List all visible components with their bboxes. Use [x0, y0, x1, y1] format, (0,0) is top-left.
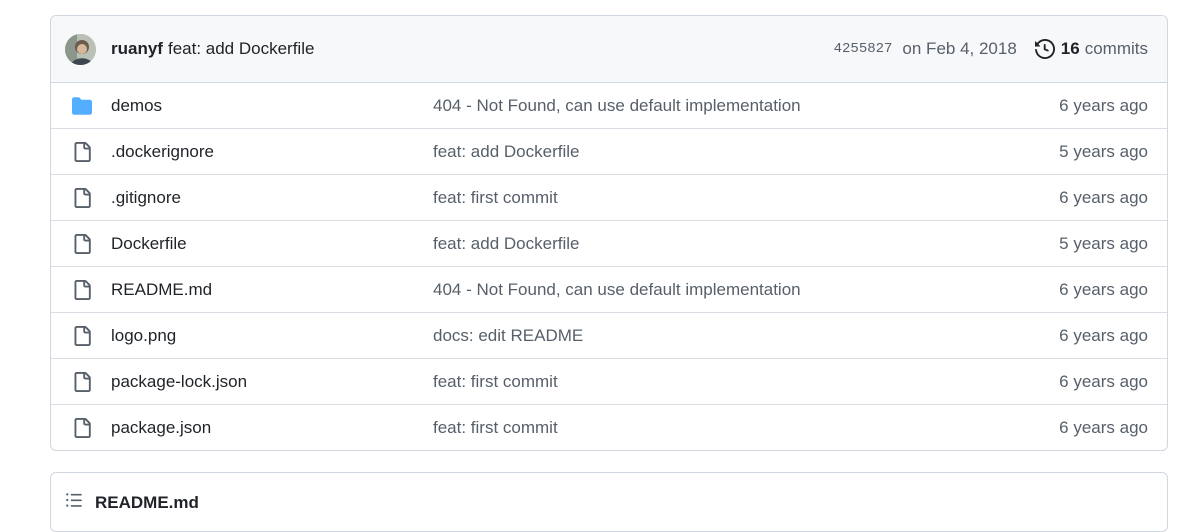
file-row-logo[interactable]: logo.png docs: edit README 6 years ago: [51, 312, 1167, 358]
file-age: 6 years ago: [1059, 325, 1148, 345]
file-commit-message-link[interactable]: 404 - Not Found, can use default impleme…: [433, 280, 1059, 300]
commit-count-label: commits: [1084, 39, 1148, 58]
readme-panel: README.md: [50, 472, 1168, 532]
file-name-link[interactable]: logo.png: [111, 326, 433, 346]
folder-icon: [51, 96, 111, 116]
file-name-link[interactable]: Dockerfile: [111, 234, 433, 254]
file-icon: [51, 417, 111, 438]
file-commit-message-link[interactable]: feat: first commit: [433, 418, 1059, 438]
commit-date: on Feb 4, 2018: [902, 39, 1017, 58]
readme-title: README.md: [95, 492, 199, 512]
file-row-package[interactable]: package.json feat: first commit 6 years …: [51, 404, 1167, 450]
file-icon: [51, 371, 111, 392]
readme-header: README.md: [65, 491, 199, 514]
file-commit-message-link[interactable]: feat: add Dockerfile: [433, 142, 1059, 162]
file-icon: [51, 233, 111, 254]
file-row-dockerignore[interactable]: .dockerignore feat: add Dockerfile 5 yea…: [51, 128, 1167, 174]
file-row-readme[interactable]: README.md 404 - Not Found, can use defau…: [51, 266, 1167, 312]
file-row-gitignore[interactable]: .gitignore feat: first commit 6 years ag…: [51, 174, 1167, 220]
file-name-link[interactable]: demos: [111, 96, 433, 116]
file-row-dockerfile[interactable]: Dockerfile feat: add Dockerfile 5 years …: [51, 220, 1167, 266]
file-commit-message-link[interactable]: feat: add Dockerfile: [433, 234, 1059, 254]
file-age: 6 years ago: [1059, 417, 1148, 437]
file-icon: [51, 141, 111, 162]
latest-commit-bar: ruanyf feat: add Dockerfile 4255827 on F…: [51, 16, 1167, 83]
commit-message-link[interactable]: feat: add Dockerfile: [168, 39, 314, 59]
file-commit-message-link[interactable]: docs: edit README: [433, 326, 1059, 346]
file-age: 6 years ago: [1059, 187, 1148, 207]
file-row-demos[interactable]: demos 404 - Not Found, can use default i…: [51, 83, 1167, 128]
file-name-link[interactable]: package-lock.json: [111, 372, 433, 392]
commit-sha-link[interactable]: 4255827: [834, 41, 893, 57]
file-age: 5 years ago: [1059, 141, 1148, 161]
file-icon: [51, 279, 111, 300]
file-commit-message-link[interactable]: 404 - Not Found, can use default impleme…: [433, 96, 1059, 116]
file-row-package-lock[interactable]: package-lock.json feat: first commit 6 y…: [51, 358, 1167, 404]
file-commit-message-link[interactable]: feat: first commit: [433, 188, 1059, 208]
file-age: 6 years ago: [1059, 95, 1148, 115]
file-name-link[interactable]: README.md: [111, 280, 433, 300]
file-icon: [51, 187, 111, 208]
file-commit-message-link[interactable]: feat: first commit: [433, 372, 1059, 392]
author-avatar[interactable]: [65, 33, 96, 65]
file-age: 6 years ago: [1059, 279, 1148, 299]
commit-author-link[interactable]: ruanyf: [111, 39, 163, 59]
file-name-link[interactable]: package.json: [111, 418, 433, 438]
file-name-link[interactable]: .gitignore: [111, 188, 433, 208]
commit-count: 16: [1060, 39, 1080, 58]
file-icon: [51, 325, 111, 346]
file-age: 6 years ago: [1059, 371, 1148, 391]
file-browser: ruanyf feat: add Dockerfile 4255827 on F…: [50, 15, 1168, 451]
history-icon: [1034, 39, 1055, 59]
file-name-link[interactable]: .dockerignore: [111, 142, 433, 162]
file-age: 5 years ago: [1059, 233, 1148, 253]
list-icon[interactable]: [65, 491, 83, 514]
commit-history-link[interactable]: 16 commits: [1034, 39, 1148, 59]
